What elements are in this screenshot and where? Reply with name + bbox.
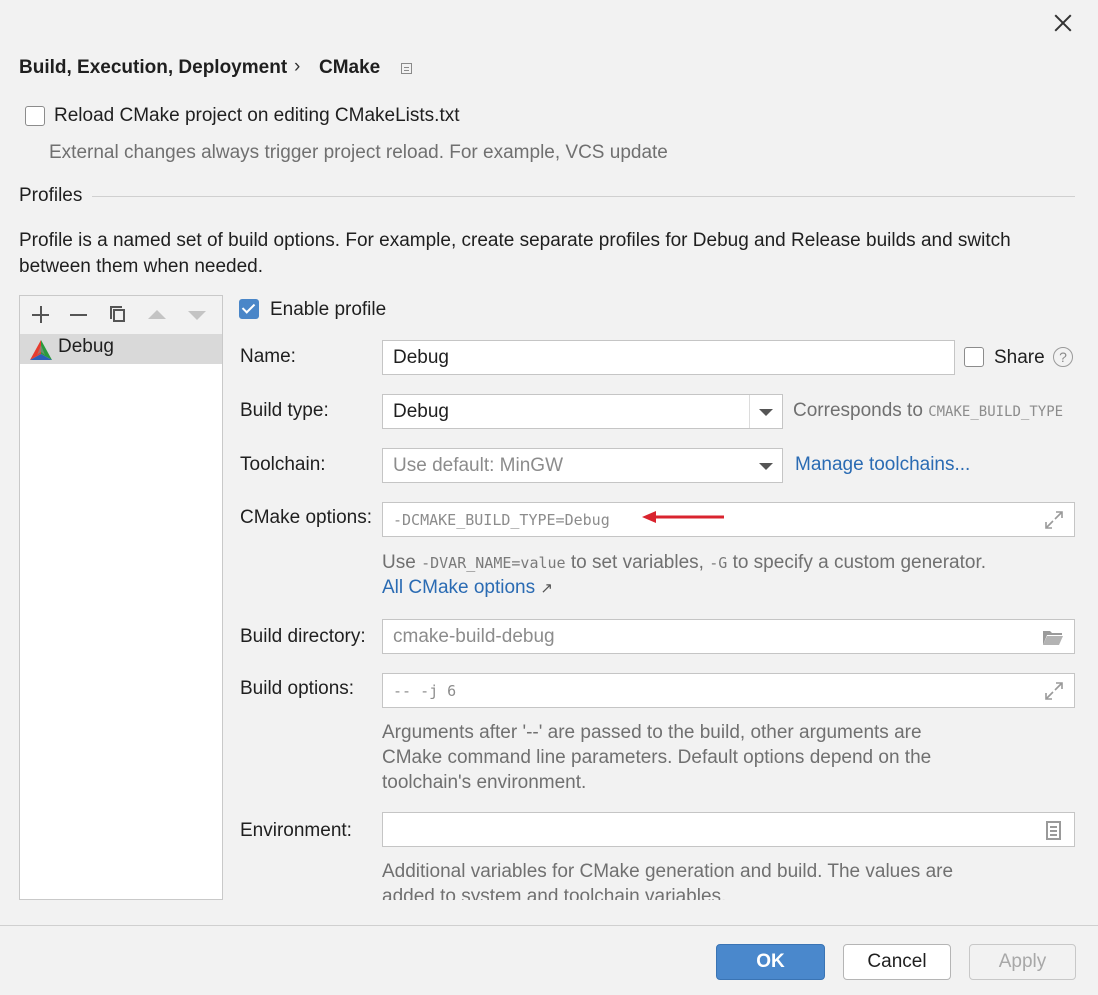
name-field[interactable]: Debug	[382, 340, 955, 375]
chevron-down-icon[interactable]	[749, 395, 782, 428]
cmake-icon	[30, 340, 52, 360]
build-options-label: Build options:	[240, 678, 355, 699]
enable-profile-checkbox[interactable]	[239, 299, 259, 319]
build-type-value: Debug	[393, 401, 449, 422]
page-title: CMake	[319, 57, 381, 78]
toolchain-value: Use default: MinGW	[393, 455, 563, 476]
toolchain-select[interactable]: Use default: MinGW	[382, 448, 783, 483]
profiles-section-title: Profiles	[19, 185, 83, 206]
list-item-label: Debug	[58, 336, 114, 357]
build-options-field[interactable]: -- -j 6	[382, 673, 1075, 708]
environment-field[interactable]	[382, 812, 1075, 847]
build-directory-label: Build directory:	[240, 626, 366, 647]
breadcrumb-separator: ›	[294, 56, 301, 77]
cmake-hint-mid: to set variables,	[570, 552, 704, 573]
cmake-hint-code2: -G	[709, 554, 728, 572]
build-directory-field[interactable]: cmake-build-debug	[382, 619, 1075, 654]
expand-icon[interactable]	[1045, 682, 1063, 700]
edit-environment-icon[interactable]	[1046, 821, 1061, 840]
footer-divider	[0, 925, 1098, 926]
environment-hint-line: added to system and toolchain variables.	[382, 886, 727, 900]
build-type-select[interactable]: Debug	[382, 394, 783, 429]
project-settings-icon	[401, 63, 412, 74]
toolchain-label: Toolchain:	[240, 454, 326, 475]
cmake-options-label: CMake options:	[240, 507, 373, 528]
move-up-icon[interactable]	[146, 304, 168, 326]
reload-cmake-label[interactable]: Reload CMake project on editing CMakeLis…	[54, 105, 460, 127]
build-options-value: -- -j 6	[393, 682, 457, 700]
all-cmake-options-label: All CMake options	[382, 577, 536, 598]
enable-profile-label[interactable]: Enable profile	[270, 299, 386, 321]
copy-profile-icon[interactable]	[108, 304, 130, 326]
profiles-list: Debug	[19, 295, 223, 900]
expand-icon[interactable]	[1045, 511, 1063, 529]
name-label: Name:	[240, 346, 296, 367]
cmake-hint-use: Use	[382, 552, 416, 573]
remove-profile-icon[interactable]	[68, 304, 90, 326]
annotation-arrow	[642, 511, 724, 523]
build-type-note-code: CMAKE_BUILD_TYPE	[928, 404, 1064, 420]
build-options-hint: Arguments after '--' are passed to the b…	[382, 720, 931, 795]
profiles-toolbar	[20, 296, 222, 335]
help-icon[interactable]: ?	[1053, 347, 1073, 367]
name-value: Debug	[393, 347, 449, 368]
breadcrumb-parent[interactable]: Build, Execution, Deployment	[19, 57, 287, 79]
build-options-hint-line: Arguments after '--' are passed to the b…	[382, 722, 922, 743]
environment-label: Environment:	[240, 820, 352, 841]
cmake-options-hint: Use -DVAR_NAME=value to set variables, -…	[382, 552, 986, 574]
apply-button[interactable]: Apply	[969, 944, 1076, 980]
chevron-down-icon[interactable]	[750, 449, 782, 482]
build-options-hint-line: CMake command line parameters. Default o…	[382, 747, 932, 768]
external-link-icon: ↗	[540, 580, 553, 597]
environment-hint-line: Additional variables for CMake generatio…	[382, 861, 954, 882]
list-item[interactable]: Debug	[20, 334, 222, 364]
build-options-hint-line: toolchain's environment.	[382, 772, 587, 793]
section-divider	[92, 196, 1075, 197]
folder-icon[interactable]	[1042, 629, 1064, 646]
reload-hint: External changes always trigger project …	[49, 142, 668, 163]
cmake-options-value: -DCMAKE_BUILD_TYPE=Debug	[393, 511, 610, 529]
ok-button[interactable]: OK	[716, 944, 825, 980]
move-down-icon[interactable]	[186, 304, 208, 326]
build-directory-value: cmake-build-debug	[393, 626, 555, 647]
add-profile-icon[interactable]	[30, 304, 52, 326]
cancel-button[interactable]: Cancel	[843, 944, 951, 980]
reload-cmake-checkbox[interactable]	[25, 106, 45, 126]
share-label[interactable]: Share	[994, 347, 1045, 369]
close-icon[interactable]	[1050, 10, 1076, 36]
build-type-label: Build type:	[240, 400, 329, 421]
build-type-note-text: Corresponds to	[793, 400, 923, 421]
all-cmake-options-link[interactable]: All CMake options ↗	[382, 577, 553, 599]
build-type-note: Corresponds to CMAKE_BUILD_TYPE	[793, 400, 1063, 422]
cmake-hint-end: to specify a custom generator.	[732, 552, 987, 573]
environment-hint: Additional variables for CMake generatio…	[382, 859, 953, 900]
share-checkbox[interactable]	[964, 347, 984, 367]
manage-toolchains-link[interactable]: Manage toolchains...	[795, 454, 970, 476]
profiles-description: Profile is a named set of build options.…	[19, 230, 1011, 277]
cmake-hint-code1: -DVAR_NAME=value	[421, 554, 566, 572]
